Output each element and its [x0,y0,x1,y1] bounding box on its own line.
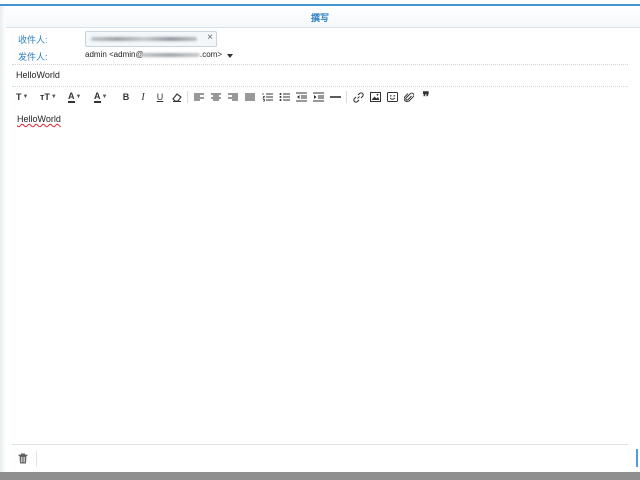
ordered-list-button[interactable] [261,90,273,104]
window-title: 撰写 [310,13,329,23]
indent-button[interactable] [312,90,324,104]
attach-file-button[interactable] [403,90,415,104]
chevron-down-icon: ▼ [101,94,108,100]
horizontal-rule-button[interactable] [329,90,341,104]
divider [12,64,628,65]
text-color-icon: A [68,90,75,103]
recipient-redacted [91,37,197,41]
subject-row [0,66,640,84]
message-body-text: HelloWorld [17,114,61,124]
remove-recipient-icon[interactable]: × [207,32,213,43]
outdent-icon [295,92,307,102]
trash-icon [18,453,28,464]
clear-format-button[interactable] [171,90,183,104]
from-address-suffix[interactable]: .com> [200,50,222,59]
from-address-prefix[interactable]: admin <admin@ [85,50,144,59]
paperclip-icon [404,92,414,102]
from-domain-redacted [140,53,200,57]
toolbar-separator [346,91,347,103]
ordered-list-icon [261,93,273,102]
justify-icon [245,93,255,100]
insert-image-button[interactable] [369,90,381,104]
justify-button[interactable] [244,90,256,104]
insert-emoji-button[interactable] [386,90,398,104]
bold-button[interactable]: B [120,90,132,104]
highlight-color-button[interactable]: A ▼ [94,90,107,104]
font-family-icon: T [16,92,22,102]
align-right-button[interactable] [227,90,239,104]
italic-button[interactable]: I [137,90,149,104]
message-editor[interactable]: HelloWorld [12,110,628,440]
insert-link-button[interactable] [352,90,364,104]
bullet-list-icon [279,93,290,101]
divider [12,86,628,87]
align-center-button[interactable] [210,90,222,104]
italic-icon: I [141,91,145,103]
font-size-button[interactable]: тT ▼ [40,90,57,104]
from-label: 发件人: [18,52,48,62]
link-icon [352,91,364,103]
toolbar-separator [187,91,188,103]
from-row: 发件人: admin <admin@ .com> [0,48,640,62]
font-family-button[interactable]: T ▼ [16,90,28,104]
compose-footer [12,444,638,473]
underline-icon: U [156,92,164,102]
font-size-icon: тT [40,92,50,102]
quote-icon: ❞ [422,89,430,104]
title-bar: 撰写 [0,6,640,28]
subject-input[interactable] [16,69,616,81]
send-button-edge[interactable] [636,449,638,467]
align-center-icon [211,93,221,100]
emoji-icon [386,92,398,102]
chevron-down-icon: ▼ [75,94,82,100]
highlight-color-icon: A [94,90,101,103]
align-right-icon [228,93,238,100]
indent-icon [312,92,324,102]
align-left-button[interactable] [193,90,205,104]
unordered-list-button[interactable] [278,90,290,104]
text-color-button[interactable]: A ▼ [68,90,81,104]
eraser-icon [172,93,182,102]
outdent-button[interactable] [295,90,307,104]
chevron-down-icon: ▼ [50,94,57,100]
image-icon [369,92,381,102]
from-dropdown-icon[interactable] [227,54,233,58]
to-label: 收件人: [18,35,48,45]
underline-button[interactable]: U [154,90,166,104]
discard-button[interactable] [18,453,28,466]
recipient-chip[interactable]: × [85,31,217,47]
align-left-icon [194,93,204,100]
horizontal-rule-icon [329,96,341,98]
footer-separator [36,451,37,467]
chevron-down-icon: ▼ [22,94,29,100]
formatting-toolbar: T ▼ тT ▼ A ▼ A ▼ B I U ❞ [12,88,628,106]
to-row: 收件人: × [0,30,640,47]
blockquote-button[interactable]: ❞ [420,89,432,104]
bold-icon: B [122,92,130,102]
window-bottom-shadow [0,472,640,480]
